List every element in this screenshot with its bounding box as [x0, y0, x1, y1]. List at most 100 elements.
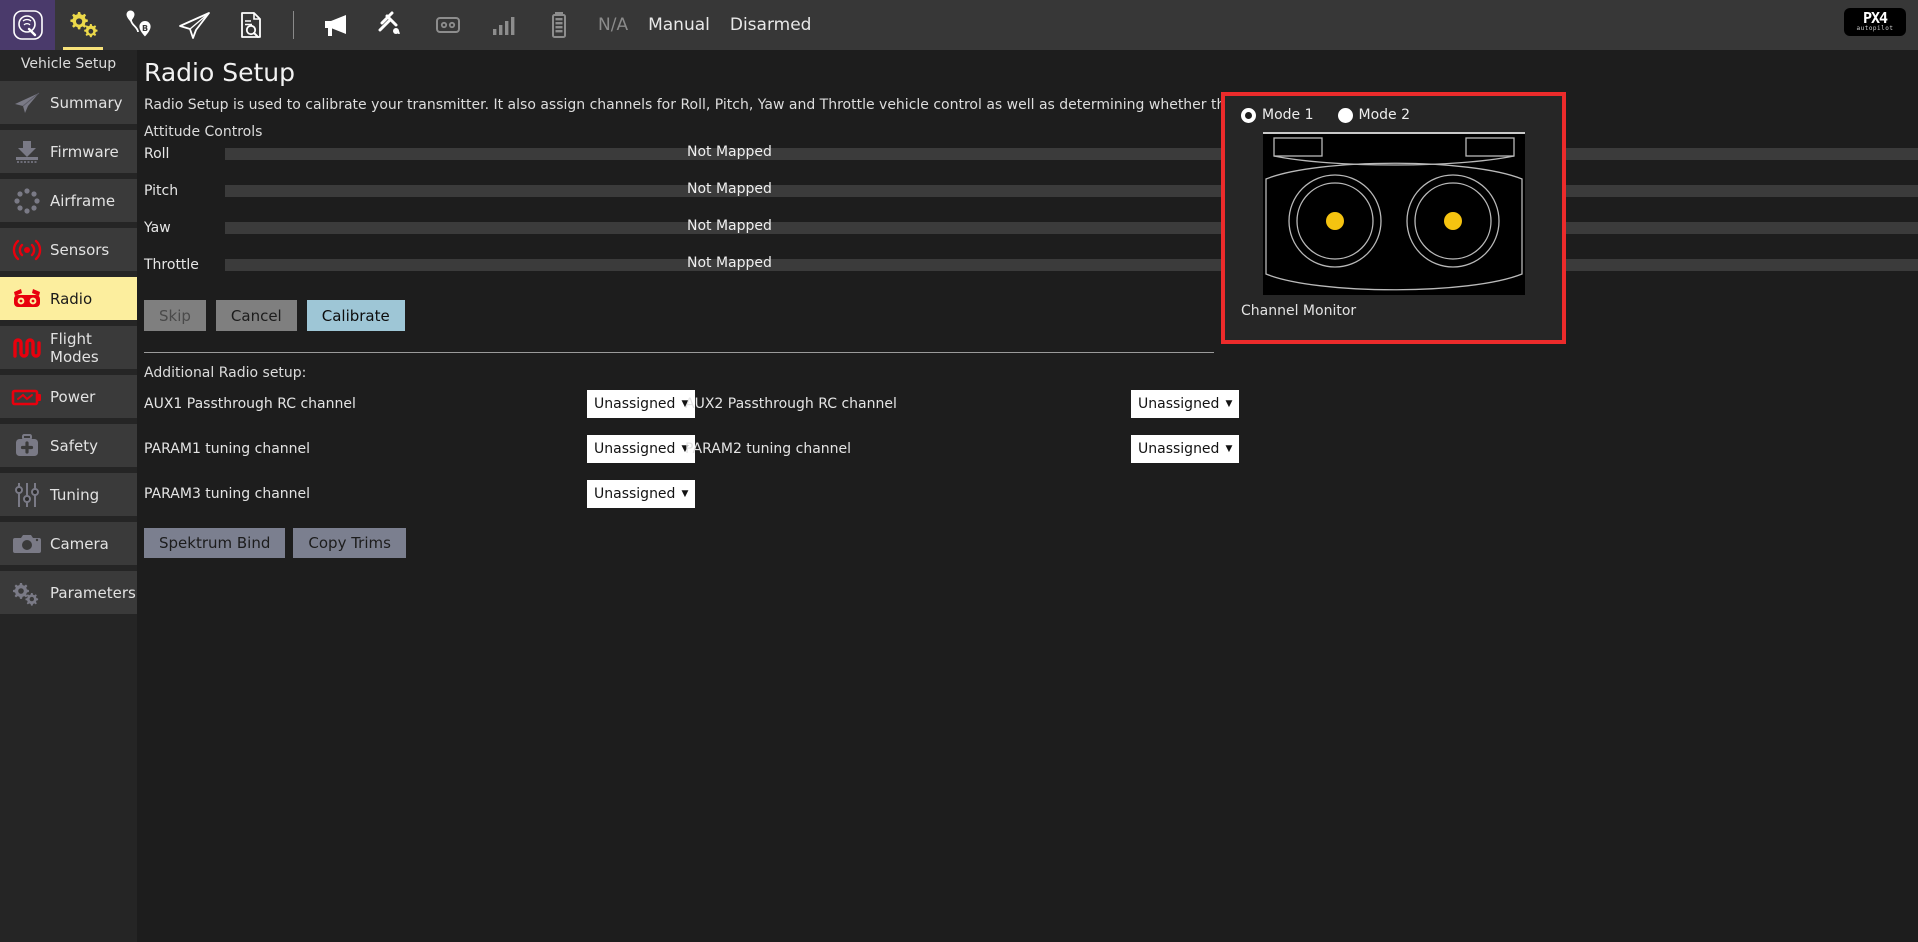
sidebar-item-safety[interactable]: Safety: [0, 424, 137, 467]
param1-channel-select[interactable]: Unassigned ▼: [587, 435, 696, 463]
sidebar-item-power[interactable]: Power: [0, 375, 137, 418]
sidebar-label-summary: Summary: [50, 93, 123, 112]
battery-value: N/A: [598, 15, 629, 35]
sidebar-label-firmware: Firmware: [50, 142, 119, 161]
sidebar-item-sensors[interactable]: Sensors: [0, 228, 137, 271]
radio-unselected-icon: [1337, 107, 1353, 123]
aux1-label: AUX1 Passthrough RC channel: [144, 396, 356, 412]
toolbar-vehicle-setup-button[interactable]: [55, 0, 111, 50]
cancel-button[interactable]: Cancel: [215, 300, 297, 331]
mode-radio-group: Mode 1 Mode 2: [1225, 96, 1562, 123]
sidebar-label-safety: Safety: [50, 436, 98, 455]
px4-autopilot-logo: PX4 autopilot: [1844, 8, 1906, 36]
transmitter-image: [1262, 134, 1525, 295]
attitude-bar-pitch: [225, 185, 1918, 197]
toolbar-plan-button[interactable]: B: [111, 0, 167, 50]
attitude-state-roll: Not Mapped: [687, 144, 772, 160]
attitude-state-yaw: Not Mapped: [687, 218, 772, 234]
aux2-channel-select[interactable]: Unassigned ▼: [1131, 390, 1240, 418]
attitude-state-pitch: Not Mapped: [687, 181, 772, 197]
app-logo-button[interactable]: [0, 0, 55, 50]
attitude-row-roll: Roll Not Mapped: [137, 140, 1918, 177]
aux1-channel-select[interactable]: Unassigned ▼: [587, 390, 696, 418]
param2-channel-value: Unassigned: [1138, 441, 1220, 457]
sidebar-item-firmware[interactable]: Firmware: [0, 130, 137, 173]
sidebar-title: Vehicle Setup: [20, 56, 117, 72]
calibrate-button[interactable]: Calibrate: [306, 300, 405, 331]
rc-transmitter-icon: [436, 17, 460, 33]
bottom-button-group: Spektrum Bind Copy Trims: [137, 528, 1918, 558]
attitude-bar-roll: [225, 148, 1918, 160]
radio-selected-icon: [1241, 107, 1256, 123]
toolbar-telemetry-button[interactable]: [476, 0, 532, 50]
megaphone-icon: [325, 15, 346, 36]
spektrum-bind-button[interactable]: Spektrum Bind: [144, 528, 286, 558]
sidebar-label-power: Power: [50, 387, 96, 406]
transmitter-diagram: [1262, 132, 1525, 295]
param2-label: PARAM2 tuning channel: [685, 441, 852, 457]
sidebar-item-parameters[interactable]: Parameters: [0, 571, 137, 614]
attitude-label-pitch: Pitch: [144, 183, 179, 199]
toolbar-rc-button[interactable]: [420, 0, 476, 50]
param1-label: PARAM1 tuning channel: [144, 441, 311, 457]
page-description: Radio Setup is used to calibrate your tr…: [144, 97, 1340, 113]
arm-state-indicator[interactable]: Disarmed: [730, 15, 812, 35]
attitude-label-roll: Roll: [144, 146, 170, 162]
px4-logo-line2: autopilot: [1856, 24, 1894, 32]
option-row-aux: AUX1 Passthrough RC channel Unassigned ▼…: [137, 388, 1918, 426]
mode1-radio-option[interactable]: Mode 1: [1241, 107, 1314, 123]
sidebar-item-summary[interactable]: Summary: [0, 81, 137, 124]
toolbar-analyze-button[interactable]: [223, 0, 279, 50]
sidebar-label-sensors: Sensors: [50, 240, 110, 259]
waypoints-icon: B: [126, 10, 151, 37]
chevron-down-icon: ▼: [1225, 399, 1233, 409]
right-stick-indicator: [1443, 212, 1462, 230]
copy-trims-button[interactable]: Copy Trims: [293, 528, 406, 558]
toolbar: B N/A Manual Disarmed PX4 autopilot: [0, 0, 1918, 50]
aux2-label: AUX2 Passthrough RC channel: [685, 396, 897, 412]
sidebar-item-airframe[interactable]: Airframe: [0, 179, 137, 222]
attitude-row-pitch: Pitch Not Mapped: [137, 177, 1918, 214]
svg-text:B: B: [142, 24, 148, 33]
sidebar-label-tuning: Tuning: [50, 485, 100, 504]
camera-icon: [8, 528, 46, 560]
sidebar-item-tuning[interactable]: Tuning: [0, 473, 137, 516]
toolbar-battery-button[interactable]: [532, 0, 588, 50]
calibration-button-group: Skip Cancel Calibrate: [137, 300, 1918, 331]
page-title: Radio Setup: [144, 58, 295, 87]
sidebar-item-radio[interactable]: Radio: [0, 277, 137, 320]
attitude-controls-heading: Attitude Controls: [144, 124, 263, 140]
param2-channel-select[interactable]: Unassigned ▼: [1131, 435, 1240, 463]
chevron-down-icon: ▼: [1225, 444, 1233, 454]
toolbar-fly-button[interactable]: [167, 0, 223, 50]
skip-button[interactable]: Skip: [144, 300, 206, 331]
satellite-icon: [378, 11, 400, 35]
sidebar-label-airframe: Airframe: [50, 191, 116, 210]
option-row-param12: PARAM1 tuning channel Unassigned ▼ PARAM…: [137, 433, 1918, 471]
toolbar-gps-button[interactable]: [364, 0, 420, 50]
attitude-bar-yaw: [225, 222, 1918, 234]
firmware-download-icon: [8, 136, 46, 168]
param3-label: PARAM3 tuning channel: [144, 486, 311, 502]
param3-channel-value: Unassigned: [594, 486, 676, 502]
main-content: Radio Setup Radio Setup is used to calib…: [137, 50, 1918, 942]
toolbar-messages-button[interactable]: [308, 0, 364, 50]
flight-mode-indicator[interactable]: Manual: [648, 15, 710, 35]
chevron-down-icon: ▼: [681, 489, 689, 499]
sidebar-item-flight-modes[interactable]: Flight Modes: [0, 326, 137, 369]
additional-radio-setup-label: Additional Radio setup:: [144, 365, 307, 381]
mode2-label: Mode 2: [1358, 107, 1411, 123]
aux1-channel-value: Unassigned: [594, 396, 676, 412]
tuning-sliders-icon: [8, 479, 46, 511]
attitude-row-yaw: Yaw Not Mapped: [137, 214, 1918, 251]
sidebar-item-camera[interactable]: Camera: [0, 522, 137, 565]
channel-monitor-caption: Channel Monitor: [1241, 303, 1357, 319]
param3-channel-select[interactable]: Unassigned ▼: [587, 480, 696, 508]
left-stick-indicator: [1325, 212, 1344, 230]
sidebar-label-camera: Camera: [50, 534, 109, 553]
power-battery-icon: [8, 381, 46, 413]
battery-icon: [552, 12, 566, 38]
sensors-waves-icon: [8, 234, 46, 266]
mode2-radio-option[interactable]: Mode 2: [1337, 107, 1411, 123]
option-row-param3: PARAM3 tuning channel Unassigned ▼: [137, 478, 1918, 516]
